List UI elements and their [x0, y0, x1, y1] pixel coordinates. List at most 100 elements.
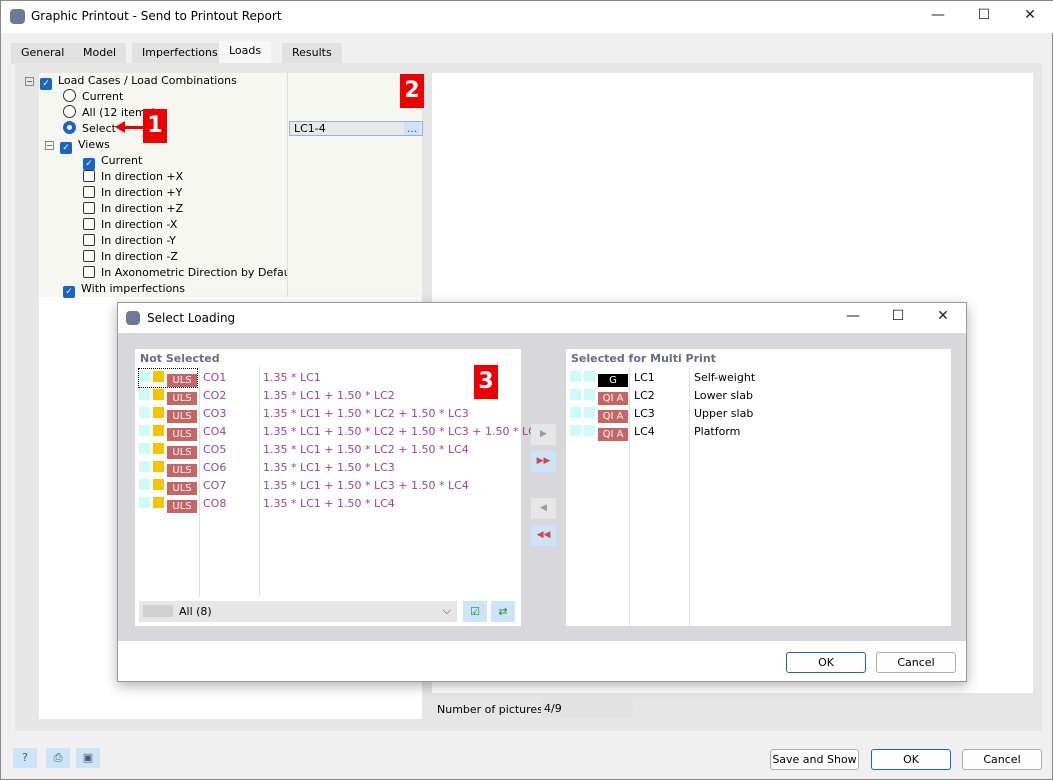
tab-model[interactable]: Model: [73, 43, 128, 64]
annotation-1: 1: [143, 109, 167, 143]
type-badge: ULS: [167, 410, 197, 423]
filter-dropdown[interactable]: All (8) ⌵: [139, 601, 457, 622]
radio-label: Select: [82, 122, 116, 135]
list-row[interactable]: ULS CO5 1.35 * LC1 + 1.50 * LC2 + 1.50 * L…: [139, 441, 469, 459]
dialog-close-button[interactable]: ✕: [928, 308, 958, 328]
list-row[interactable]: G LC1 Self-weight: [570, 369, 755, 387]
view-plus-y[interactable]: In direction +Y: [83, 185, 182, 201]
dialog-cancel-button[interactable]: Cancel: [876, 652, 956, 673]
view-label: Current: [101, 154, 143, 167]
item-description: 1.35 * LC1 + 1.50 * LC2: [263, 389, 395, 402]
minimize-button[interactable]: —: [923, 7, 953, 27]
view-label: In direction +Y: [101, 186, 183, 199]
move-right-button[interactable]: ▶: [531, 424, 556, 445]
select-value: LC1-4: [294, 122, 326, 135]
view-plus-z[interactable]: In direction +Z: [83, 201, 183, 217]
dialog-ok-button[interactable]: OK: [786, 652, 866, 673]
not-selected-list[interactable]: Not Selected ULS CO1 1.35 * LC1 ULS CO2 1.35 …: [135, 349, 543, 626]
tree-item-views[interactable]: − ✓ Views: [45, 137, 110, 154]
select-all-icon[interactable]: ☑: [463, 601, 487, 622]
item-description: 1.35 * LC1 + 1.50 * LC4: [263, 497, 395, 510]
tab-results[interactable]: Results: [282, 43, 343, 64]
app-icon: [10, 9, 25, 24]
cancel-button[interactable]: Cancel: [962, 749, 1042, 770]
color-swatch: [153, 443, 164, 454]
help-icon[interactable]: ?: [13, 748, 37, 768]
color-swatch: [139, 371, 150, 382]
maximize-button[interactable]: ☐: [969, 7, 999, 27]
title-bar: Graphic Printout - Send to Printout Repo…: [1, 1, 1053, 33]
item-id: CO7: [203, 479, 227, 492]
type-badge: ULS: [167, 500, 197, 513]
list-row[interactable]: ULS CO8 1.35 * LC1 + 1.50 * LC4: [139, 495, 395, 513]
list-row[interactable]: QI A LC2 Lower slab: [570, 387, 753, 405]
color-swatch: [584, 407, 595, 418]
view-minus-y[interactable]: In direction -Y: [83, 233, 176, 249]
checkbox-checked-icon[interactable]: ✓: [40, 78, 52, 90]
dialog-minimize-button[interactable]: —: [838, 308, 868, 328]
collapse-icon[interactable]: −: [45, 141, 54, 150]
list-row[interactable]: QI A LC3 Upper slab: [570, 405, 753, 423]
color-swatch: [139, 479, 150, 490]
item-id: CO6: [203, 461, 227, 474]
select-loading-field[interactable]: LC1-4...: [289, 121, 423, 136]
options-tree: − ✓ Load Cases / Load Combinations Current…: [25, 73, 298, 297]
color-swatch: [584, 389, 595, 400]
color-swatch: [139, 425, 150, 436]
dialog-title-bar: Select Loading — ☐ ✕: [118, 303, 966, 333]
selected-list[interactable]: Selected for Multi Print G LC1 Self-weight…: [566, 349, 951, 626]
tree-item-load-cases[interactable]: − ✓ Load Cases / Load Combinations: [25, 73, 237, 90]
move-all-left-button[interactable]: ◀◀: [531, 525, 556, 546]
list-row[interactable]: ULS CO4 1.35 * LC1 + 1.50 * LC2 + 1.50 * L…: [139, 423, 543, 441]
move-all-right-button[interactable]: ▶▶: [531, 451, 556, 472]
view-plus-x[interactable]: In direction +X: [83, 169, 183, 185]
view-minus-x[interactable]: In direction -X: [83, 217, 177, 233]
annotation-2: 2: [400, 74, 424, 108]
print-icon[interactable]: ⎙: [46, 748, 70, 768]
invert-selection-icon[interactable]: ⇄: [491, 601, 515, 622]
radio-all[interactable]: All (12 items): [63, 105, 156, 121]
browse-button[interactable]: ...: [404, 122, 420, 135]
list-row[interactable]: QI A LC4 Platform: [570, 423, 740, 441]
list-row[interactable]: ULS CO1 1.35 * LC1: [138, 368, 321, 388]
not-selected-header: Not Selected: [140, 352, 220, 365]
color-swatch: [153, 461, 164, 472]
radio-current[interactable]: Current: [63, 89, 123, 105]
item-id: LC3: [634, 407, 655, 420]
type-badge: QI A: [598, 410, 628, 423]
view-axonometric[interactable]: In Axonometric Direction by Default: [83, 265, 298, 281]
list-row[interactable]: ULS CO7 1.35 * LC1 + 1.50 * LC3 + 1.50 * L…: [139, 477, 469, 495]
type-badge: QI A: [598, 428, 628, 441]
radio-select[interactable]: Select: [63, 121, 116, 137]
selected-header: Selected for Multi Print: [571, 352, 716, 365]
tree-label: Load Cases / Load Combinations: [58, 74, 237, 87]
close-button[interactable]: ✕: [1015, 7, 1045, 27]
view-minus-z[interactable]: In direction -Z: [83, 249, 178, 265]
tree-item-imperfections[interactable]: ✓ With imperfections: [63, 281, 185, 298]
item-description: Self-weight: [694, 371, 756, 384]
filter-value: All (8): [179, 605, 212, 618]
select-loading-dialog: Select Loading — ☐ ✕ Not Selected ULS CO1…: [117, 302, 967, 682]
item-id: CO3: [203, 407, 227, 420]
tab-loads[interactable]: Loads: [219, 41, 273, 64]
move-left-button[interactable]: ◀: [531, 498, 556, 519]
list-row[interactable]: ULS CO2 1.35 * LC1 + 1.50 * LC2: [139, 387, 395, 405]
item-id: CO5: [203, 443, 227, 456]
tab-imperfections[interactable]: Imperfections: [132, 43, 229, 64]
save-and-show-button[interactable]: Save and Show: [770, 749, 859, 770]
list-row[interactable]: ULS CO3 1.35 * LC1 + 1.50 * LC2 + 1.50 * L…: [139, 405, 469, 423]
list-row[interactable]: ULS CO6 1.35 * LC1 + 1.50 * LC3: [139, 459, 395, 477]
save-settings-icon[interactable]: ▣: [76, 748, 100, 768]
item-id: LC1: [634, 371, 655, 384]
view-current[interactable]: ✓ Current: [83, 153, 143, 170]
dialog-maximize-button[interactable]: ☐: [883, 308, 913, 328]
ok-button[interactable]: OK: [871, 749, 951, 770]
tab-general[interactable]: General: [11, 43, 76, 64]
color-swatch: [139, 443, 150, 454]
pictures-value: 4/9: [541, 698, 633, 718]
item-id: CO1: [203, 371, 227, 384]
dialog-title: Select Loading: [147, 311, 236, 325]
chevron-down-icon: ⌵: [442, 604, 451, 617]
type-badge: ULS: [167, 446, 197, 459]
collapse-icon[interactable]: −: [25, 77, 34, 86]
